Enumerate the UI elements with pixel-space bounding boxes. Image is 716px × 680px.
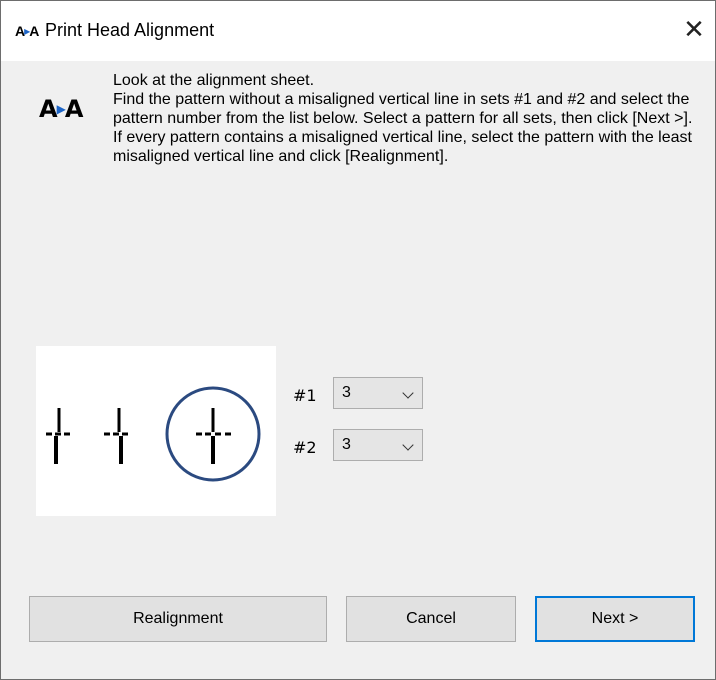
realignment-button[interactable]: Realignment <box>29 596 327 642</box>
pattern-1 <box>46 408 70 464</box>
pattern-set-selectors: #1 3 #2 3 <box>291 377 431 481</box>
close-icon: ✕ <box>683 15 705 45</box>
instructions-text: Look at the alignment sheet. Find the pa… <box>113 71 703 166</box>
pattern-3-selected <box>165 386 261 482</box>
set-1-dropdown[interactable]: 3 <box>333 377 423 409</box>
set-2-row: #2 3 <box>291 429 431 465</box>
set-2-label: #2 <box>293 438 317 457</box>
instruction-line-2: Find the pattern without a misaligned ve… <box>113 91 693 127</box>
close-button[interactable]: ✕ <box>677 13 711 47</box>
instruction-line-1: Look at the alignment sheet. <box>113 72 315 89</box>
dialog-window: A▶A Print Head Alignment ✕ A▶A Look at t… <box>0 0 716 680</box>
set-1-row: #1 3 <box>291 377 431 413</box>
instruction-line-3: If every pattern contains a misaligned v… <box>113 129 692 165</box>
set-1-value: 3 <box>342 384 351 401</box>
set-1-label: #1 <box>293 386 317 405</box>
set-2-dropdown[interactable]: 3 <box>333 429 423 461</box>
cancel-button[interactable]: Cancel <box>346 596 516 642</box>
next-button[interactable]: Next > <box>535 596 695 642</box>
set-2-value: 3 <box>342 436 351 453</box>
pattern-2 <box>104 408 128 464</box>
app-icon: A▶A <box>15 23 39 39</box>
title-bar[interactable]: A▶A Print Head Alignment ✕ <box>1 1 715 61</box>
alignment-logo-icon: A▶A <box>39 95 83 123</box>
alignment-pattern-illustration <box>36 346 276 516</box>
pattern-graphic <box>46 386 261 482</box>
window-title: Print Head Alignment <box>45 20 215 40</box>
chevron-down-icon <box>402 387 414 399</box>
chevron-down-icon <box>402 439 414 451</box>
